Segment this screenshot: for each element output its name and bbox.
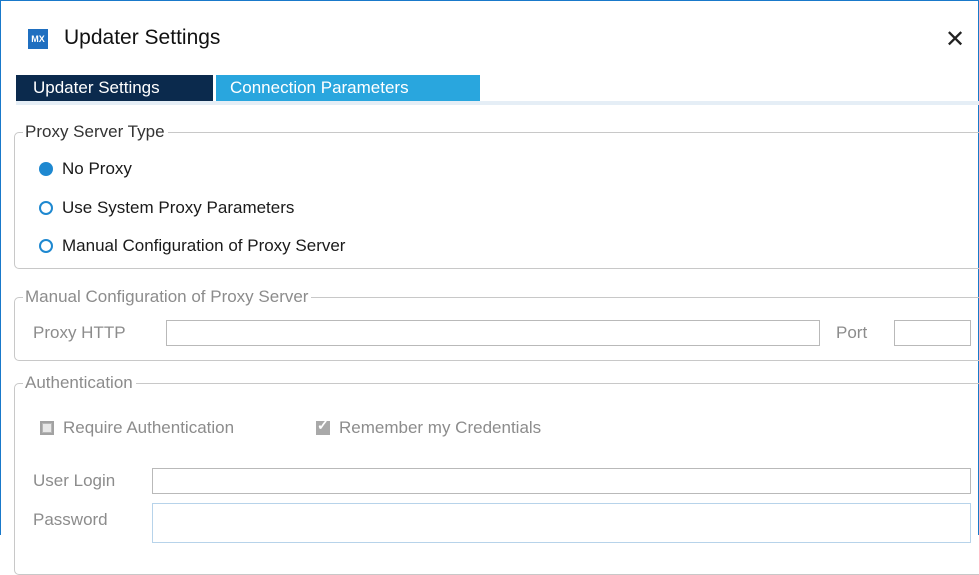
remember-credentials-checkbox[interactable]: Remember my Credentials — [316, 417, 542, 438]
manual-config-legend: Manual Configuration of Proxy Server — [25, 287, 309, 306]
radio-checked-icon — [39, 162, 53, 176]
remember-credentials-label: Remember my Credentials — [339, 418, 542, 437]
close-icon[interactable]: ✕ — [940, 24, 970, 54]
proxy-http-input[interactable] — [166, 320, 820, 346]
window-title: Updater Settings — [64, 26, 221, 49]
tab-updater-settings[interactable]: Updater Settings — [16, 75, 213, 101]
port-label: Port — [836, 323, 868, 342]
radio-system-proxy-label: Use System Proxy Parameters — [62, 198, 295, 217]
radio-manual-proxy[interactable]: Manual Configuration of Proxy Server — [39, 236, 345, 256]
authentication-legend: Authentication — [25, 373, 133, 392]
radio-no-proxy[interactable]: No Proxy — [39, 159, 132, 179]
user-login-label: User Login — [33, 471, 116, 490]
checkbox-unchecked-icon — [40, 421, 54, 435]
tab-bar: Updater Settings Connection Parameters — [16, 75, 480, 101]
title-bar: MX Updater Settings ✕ — [0, 0, 979, 72]
tab-underline — [16, 101, 979, 105]
radio-system-proxy[interactable]: Use System Proxy Parameters — [39, 198, 294, 218]
radio-no-proxy-label: No Proxy — [62, 159, 132, 178]
password-label: Password — [33, 510, 108, 529]
require-auth-checkbox[interactable]: Require Authentication — [40, 418, 234, 438]
require-auth-label: Require Authentication — [63, 418, 235, 437]
port-input[interactable] — [894, 320, 971, 346]
radio-manual-proxy-label: Manual Configuration of Proxy Server — [62, 236, 346, 255]
checkbox-checked-icon — [316, 417, 330, 435]
tab-connection-parameters[interactable]: Connection Parameters — [216, 75, 480, 101]
app-logo-icon: MX — [28, 29, 48, 49]
user-login-input[interactable] — [152, 468, 971, 494]
proxy-http-label: Proxy HTTP — [33, 323, 126, 342]
proxy-server-type-legend: Proxy Server Type — [25, 122, 165, 141]
radio-unchecked-icon — [39, 201, 53, 215]
radio-unchecked-icon — [39, 239, 53, 253]
password-input[interactable] — [152, 503, 971, 543]
